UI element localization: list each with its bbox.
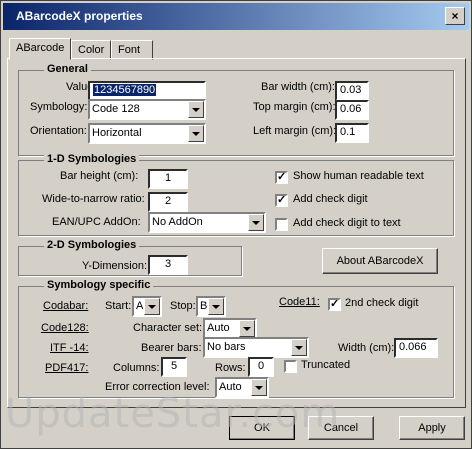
character-set-value: Auto bbox=[207, 322, 230, 334]
properties-dialog: ABarcodeX properties × ABarcode Color Fo… bbox=[0, 0, 472, 449]
add-check-digit-text-checkbox[interactable] bbox=[275, 218, 288, 231]
check-icon: ✓ bbox=[330, 298, 340, 310]
chevron-down-icon[interactable] bbox=[208, 298, 224, 315]
ean-addon-select[interactable]: No AddOn bbox=[148, 212, 266, 233]
wide-narrow-input[interactable]: 2 bbox=[148, 192, 188, 212]
add-check-digit-checkbox[interactable]: ✓ bbox=[275, 194, 288, 207]
width-label: Width (cm): bbox=[338, 342, 395, 354]
chevron-down-icon[interactable] bbox=[291, 339, 307, 356]
orientation-select[interactable]: Horizontal bbox=[88, 123, 206, 144]
bar-height-label: Bar height (cm): bbox=[60, 170, 139, 182]
show-human-checkbox[interactable]: ✓ bbox=[275, 171, 288, 184]
symbology-select[interactable]: Code 128 bbox=[88, 99, 206, 120]
pdf417-link[interactable]: PDF417: bbox=[45, 362, 88, 374]
error-correction-label: Error correction level: bbox=[105, 381, 210, 393]
left-margin-input[interactable]: 0.1 bbox=[335, 123, 369, 143]
symbology-label: Symbology: bbox=[30, 101, 88, 113]
close-icon: × bbox=[451, 9, 459, 23]
symbology-value: Code 128 bbox=[92, 103, 140, 115]
value-input[interactable]: 1234567890 bbox=[88, 81, 206, 101]
tab-label: ABarcode bbox=[16, 42, 65, 54]
chevron-down-icon[interactable] bbox=[239, 320, 255, 337]
truncated-label: Truncated bbox=[301, 359, 351, 371]
tab-font[interactable]: Font bbox=[111, 40, 153, 60]
bearer-bars-value: No bars bbox=[207, 341, 246, 353]
cancel-button[interactable]: Cancel bbox=[308, 416, 374, 440]
ean-addon-value: No AddOn bbox=[152, 216, 203, 228]
ean-addon-label: EAN/UPC AddOn: bbox=[52, 216, 141, 228]
add-check-digit-label: Add check digit bbox=[293, 193, 368, 205]
window-title: ABarcodeX properties bbox=[16, 9, 143, 23]
top-margin-input[interactable]: 0.06 bbox=[335, 100, 369, 120]
error-correction-value: Auto bbox=[219, 381, 242, 393]
chevron-down-icon[interactable] bbox=[248, 214, 264, 231]
left-margin-label: Left margin (cm): bbox=[253, 125, 337, 137]
apply-button[interactable]: Apply bbox=[399, 416, 465, 440]
check-icon: ✓ bbox=[277, 194, 287, 206]
chevron-down-icon[interactable] bbox=[188, 125, 204, 142]
bar-width-label: Bar width (cm): bbox=[261, 81, 335, 93]
show-human-label: Show human readable text bbox=[293, 170, 424, 182]
tab-abarcode[interactable]: ABarcode bbox=[9, 38, 71, 60]
y-dimension-label: Y-Dimension: bbox=[82, 260, 148, 272]
start-select[interactable]: A bbox=[132, 296, 162, 317]
bar-height-input[interactable]: 1 bbox=[148, 169, 188, 189]
orientation-value: Horizontal bbox=[92, 127, 142, 139]
top-margin-label: Top margin (cm): bbox=[253, 101, 336, 113]
tab-color[interactable]: Color bbox=[71, 40, 111, 60]
code128-link[interactable]: Code128: bbox=[41, 322, 89, 334]
character-set-select[interactable]: Auto bbox=[203, 318, 257, 339]
code11-link[interactable]: Code11: bbox=[279, 296, 320, 308]
chevron-down-icon[interactable] bbox=[251, 379, 267, 396]
bearer-bars-select[interactable]: No bars bbox=[203, 337, 309, 358]
stop-value: B bbox=[200, 300, 208, 312]
symbology-specific-title: Symbology specific bbox=[44, 279, 154, 291]
rows-label: Rows: bbox=[215, 362, 246, 374]
chevron-down-icon[interactable] bbox=[188, 101, 204, 118]
width-input[interactable]: 0.066 bbox=[394, 338, 438, 358]
start-value: A bbox=[136, 300, 144, 312]
character-set-label: Character set: bbox=[133, 322, 203, 334]
codabar-link[interactable]: Codabar: bbox=[43, 300, 88, 312]
stop-select[interactable]: B bbox=[196, 296, 226, 317]
stop-label: Stop: bbox=[170, 300, 196, 312]
orientation-label: Orientation: bbox=[30, 125, 87, 137]
columns-label: Columns: bbox=[113, 362, 160, 374]
truncated-checkbox[interactable] bbox=[284, 360, 297, 373]
columns-input[interactable]: 5 bbox=[161, 357, 187, 377]
tab-label: Font bbox=[118, 44, 141, 56]
wide-narrow-label: Wide-to-narrow ratio: bbox=[42, 193, 145, 205]
general-group-title: General bbox=[44, 63, 91, 75]
value-text: 1234567890 bbox=[93, 84, 157, 96]
tab-label: Color bbox=[78, 44, 105, 56]
close-button[interactable]: × bbox=[445, 7, 465, 25]
check-icon: ✓ bbox=[277, 171, 287, 183]
about-button[interactable]: About ABarcodeX bbox=[322, 248, 438, 274]
second-check-digit-checkbox[interactable]: ✓ bbox=[328, 298, 341, 311]
bearer-bars-label: Bearer bars: bbox=[141, 342, 202, 354]
y-dimension-input[interactable]: 3 bbox=[148, 255, 188, 275]
itf14-link[interactable]: ITF -14: bbox=[50, 342, 89, 354]
two-d-group-title: 2-D Symbologies bbox=[44, 239, 140, 251]
bar-width-input[interactable]: 0.03 bbox=[335, 81, 369, 101]
error-correction-select[interactable]: Auto bbox=[215, 377, 269, 398]
one-d-group-title: 1-D Symbologies bbox=[44, 153, 140, 165]
ok-button[interactable]: OK bbox=[229, 416, 295, 440]
tab-panel-abarcode: General Value: 1234567890 Symbology: Cod… bbox=[7, 58, 466, 408]
second-check-digit-label: 2nd check digit bbox=[345, 297, 419, 309]
start-label: Start: bbox=[105, 300, 132, 312]
rows-input[interactable]: 0 bbox=[248, 357, 274, 377]
title-bar[interactable]: ABarcodeX properties × bbox=[3, 3, 469, 30]
add-check-digit-text-label: Add check digit to text bbox=[293, 217, 401, 229]
chevron-down-icon[interactable] bbox=[144, 298, 160, 315]
